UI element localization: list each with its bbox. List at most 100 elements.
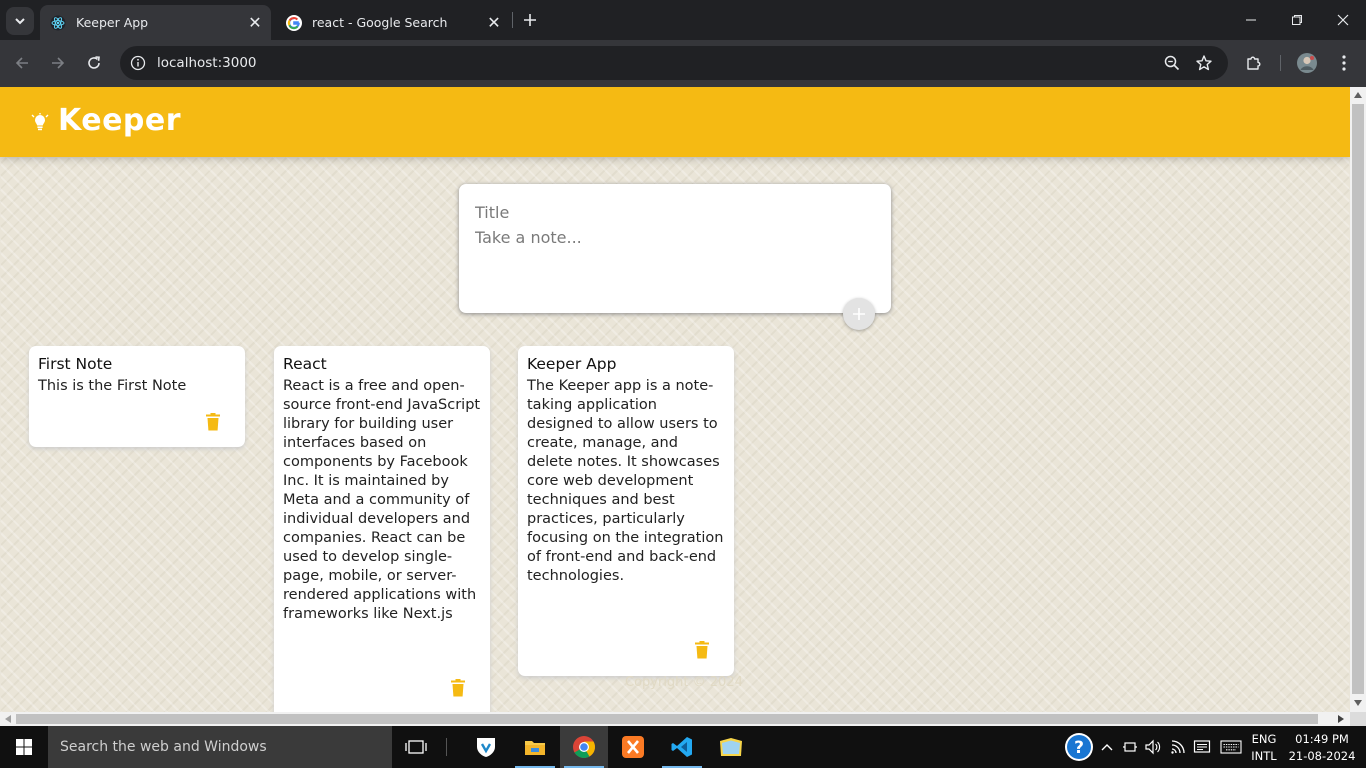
note-content-input[interactable] — [475, 228, 875, 288]
note-title: Keeper App — [527, 355, 617, 373]
browser-tab-strip: Keeper App ✕ react - Google Search ✕ — [0, 0, 1366, 40]
extensions-button[interactable] — [1243, 52, 1265, 74]
plug-icon — [1123, 742, 1137, 752]
taskbar-search-placeholder: Search the web and Windows — [60, 739, 267, 755]
note-content: The Keeper app is a note-taking applicat… — [527, 378, 724, 584]
taskbar-vscode[interactable] — [658, 726, 706, 768]
back-button[interactable] — [9, 50, 35, 76]
browser-menu-button[interactable] — [1333, 52, 1355, 74]
new-tab-button[interactable] — [519, 9, 541, 31]
forward-button[interactable] — [45, 50, 71, 76]
delete-icon[interactable] — [450, 679, 466, 697]
tab-separator — [512, 12, 513, 28]
scroll-down-arrow-icon[interactable] — [1354, 700, 1362, 706]
help-tray-button[interactable]: ? — [1064, 732, 1094, 762]
folder-icon — [525, 741, 545, 755]
system-clock[interactable]: 01:49 PM 21-08-2024 — [1288, 732, 1356, 763]
chrome-icon — [573, 736, 595, 758]
vertical-scrollbar[interactable] — [1350, 87, 1366, 712]
task-view-icon — [405, 740, 427, 754]
lightbulb-icon — [31, 113, 49, 131]
scroll-left-arrow-icon[interactable] — [5, 715, 11, 723]
delete-icon[interactable] — [694, 641, 710, 659]
taskbar-xampp[interactable] — [609, 726, 657, 768]
note-content: React is a free and open-source front-en… — [283, 378, 481, 622]
keyboard-tray-icon[interactable] — [1219, 737, 1243, 757]
plus-icon — [524, 14, 536, 26]
note-title-input[interactable] — [475, 200, 875, 224]
google-icon — [286, 14, 302, 31]
windows-logo-icon — [16, 739, 32, 755]
note-title: First Note — [38, 355, 113, 373]
reload-button[interactable] — [81, 50, 107, 76]
taskbar-separator — [446, 738, 447, 756]
react-icon — [50, 15, 66, 31]
arrow-left-icon — [15, 57, 28, 69]
tab-keeper-app[interactable]: Keeper App ✕ — [40, 5, 271, 40]
address-bar[interactable]: localhost:3000 — [120, 46, 1228, 80]
horizontal-scroll-thumb[interactable] — [16, 714, 1318, 724]
message-icon — [1193, 740, 1211, 753]
avatar-icon — [1297, 53, 1317, 73]
vertical-scroll-thumb[interactable] — [1352, 104, 1364, 694]
reload-icon — [88, 56, 100, 69]
power-tray-icon[interactable] — [1120, 737, 1140, 757]
browser-toolbar: localhost:3000 — [0, 40, 1366, 87]
horizontal-scrollbar[interactable] — [0, 712, 1350, 726]
url-text[interactable]: localhost:3000 — [157, 55, 257, 71]
close-window-button[interactable] — [1320, 0, 1366, 40]
taskbar-app-store[interactable] — [462, 726, 510, 768]
delete-icon[interactable] — [205, 413, 221, 431]
store-shield-icon — [477, 738, 495, 757]
page-viewport: Keeper First Note This is the First Note… — [0, 87, 1350, 712]
close-tab-icon[interactable]: ✕ — [484, 13, 504, 33]
svg-text:?: ? — [1074, 738, 1084, 758]
language-indicator[interactable]: ENG INTL — [1246, 732, 1282, 763]
tab-title: Keeper App — [76, 15, 149, 30]
app-brand-title: Keeper — [58, 103, 182, 138]
puzzle-icon — [1247, 56, 1261, 70]
zoom-icon[interactable] — [1163, 54, 1181, 72]
windows-taskbar: Search the web and Windows ? ENG INTL 01… — [0, 726, 1366, 768]
minimize-button[interactable] — [1228, 0, 1274, 40]
speaker-icon — [1145, 739, 1161, 755]
chevron-down-icon — [15, 18, 25, 25]
close-tab-icon[interactable]: ✕ — [245, 13, 265, 33]
task-view-button[interactable] — [392, 726, 440, 768]
volume-tray-icon[interactable] — [1143, 737, 1163, 757]
network-tray-icon[interactable] — [1169, 737, 1189, 757]
add-note-button[interactable] — [843, 298, 875, 330]
chevron-up-icon — [1101, 744, 1113, 751]
taskbar-file-explorer[interactable] — [511, 726, 559, 768]
restore-button[interactable] — [1274, 0, 1320, 40]
more-vert-icon — [1342, 55, 1346, 71]
note-card: Keeper App The Keeper app is a note-taki… — [518, 346, 734, 676]
scroll-corner — [1350, 712, 1366, 726]
taskbar-notes-app[interactable] — [707, 726, 755, 768]
language-code: ENG — [1251, 732, 1277, 746]
restore-icon — [1292, 15, 1302, 25]
scroll-up-arrow-icon[interactable] — [1354, 92, 1362, 98]
plus-icon — [853, 308, 865, 320]
clock-time: 01:49 PM — [1295, 732, 1349, 746]
scroll-right-arrow-icon[interactable] — [1338, 715, 1344, 723]
start-button[interactable] — [0, 726, 48, 768]
note-content: This is the First Note — [38, 378, 187, 394]
tab-search-button[interactable] — [6, 7, 34, 35]
taskbar-search-box[interactable]: Search the web and Windows — [48, 726, 392, 768]
profile-avatar[interactable] — [1296, 52, 1318, 74]
site-info-icon[interactable] — [129, 54, 147, 72]
app-header: Keeper — [0, 87, 1350, 157]
arrow-right-icon — [52, 57, 65, 69]
taskbar-chrome[interactable] — [560, 726, 608, 768]
tab-google-search[interactable]: react - Google Search ✕ — [276, 5, 510, 40]
toolbar-separator — [1280, 55, 1281, 71]
note-card: First Note This is the First Note — [29, 346, 245, 447]
vscode-icon — [671, 737, 692, 757]
notifications-tray-icon[interactable] — [1192, 737, 1212, 757]
help-icon: ? — [1065, 733, 1093, 761]
minimize-icon — [1246, 19, 1256, 21]
wifi-icon — [1171, 740, 1185, 754]
bookmark-star-icon[interactable] — [1195, 54, 1213, 72]
show-hidden-icons-button[interactable] — [1097, 737, 1117, 757]
